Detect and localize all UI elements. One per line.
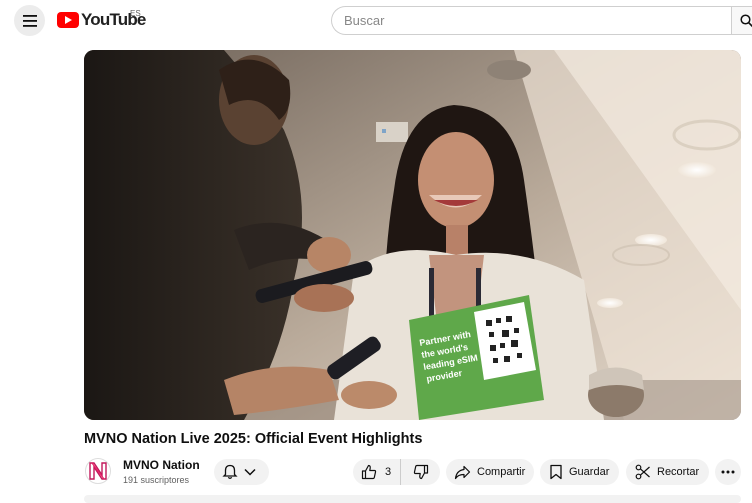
- more-horizontal-icon: [721, 470, 735, 474]
- save-button[interactable]: Guardar: [540, 459, 619, 485]
- dislike-button[interactable]: [401, 459, 440, 485]
- clip-label: Recortar: [657, 466, 700, 478]
- share-label: Compartir: [477, 466, 526, 478]
- search-placeholder: Buscar: [344, 13, 385, 28]
- like-button[interactable]: 3: [353, 459, 401, 485]
- video-player[interactable]: Partner with the world's leading eSIM pr…: [84, 50, 741, 420]
- bell-icon: [222, 464, 238, 479]
- like-count: 3: [385, 466, 392, 478]
- channel-name[interactable]: MVNO Nation: [123, 458, 200, 472]
- share-icon: [454, 465, 471, 479]
- chevron-down-icon: [244, 468, 256, 476]
- region-code: ES: [130, 9, 141, 18]
- thumbs-up-icon: [361, 464, 377, 480]
- clip-button[interactable]: Recortar: [626, 459, 709, 485]
- bookmark-icon: [550, 464, 562, 480]
- notifications-button[interactable]: [214, 459, 269, 485]
- search-icon: [740, 13, 752, 27]
- share-button[interactable]: Compartir: [446, 459, 534, 485]
- video-frame: Partner with the world's leading eSIM pr…: [84, 50, 741, 420]
- hamburger-icon: [22, 14, 37, 27]
- scissors-icon: [635, 464, 650, 480]
- more-actions-button[interactable]: [715, 459, 741, 485]
- description-box[interactable]: [84, 495, 741, 503]
- like-dislike-group: 3: [353, 459, 440, 485]
- channel-logo-icon: [89, 462, 107, 480]
- search-button[interactable]: [731, 6, 752, 35]
- search-input[interactable]: Buscar: [331, 6, 731, 35]
- top-bar: YouTube ES Buscar: [0, 0, 752, 40]
- thumbs-down-icon: [413, 464, 428, 480]
- menu-button[interactable]: [14, 5, 45, 36]
- subscriber-count: 191 suscriptores: [123, 475, 190, 485]
- video-title: MVNO Nation Live 2025: Official Event Hi…: [84, 431, 423, 447]
- channel-avatar[interactable]: [85, 458, 111, 484]
- save-label: Guardar: [569, 466, 610, 478]
- play-logo-icon: [57, 12, 79, 28]
